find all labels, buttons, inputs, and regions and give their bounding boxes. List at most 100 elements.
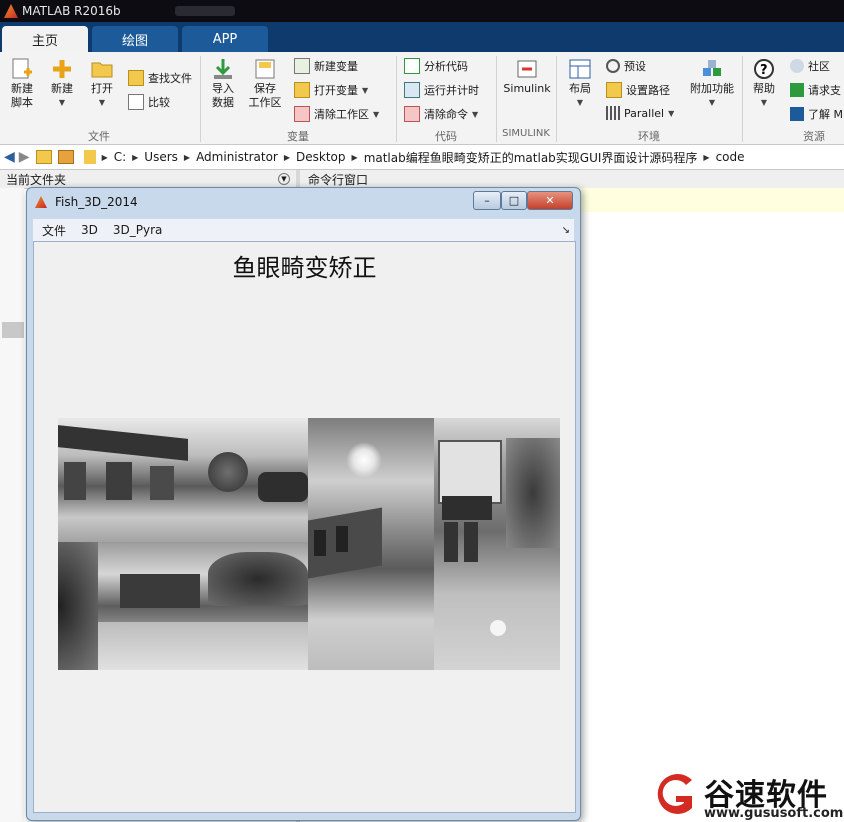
help-icon: ?	[754, 59, 774, 79]
community-button[interactable]: 社区	[790, 58, 830, 74]
simulink-icon	[517, 60, 537, 78]
open-variable-label: 打开变量	[314, 84, 358, 97]
request-support-button[interactable]: 请求支	[790, 82, 841, 98]
new-script-label: 新建 脚本	[11, 82, 33, 109]
add-ons-dropdown-icon: ▼	[708, 98, 716, 107]
new-button[interactable]: 新建 ▼	[46, 58, 78, 110]
group-label-code: 代码	[435, 130, 457, 143]
menu-overflow-icon[interactable]: ↘	[562, 225, 570, 236]
new-variable-button[interactable]: 新建变量	[294, 58, 358, 74]
learn-matlab-button[interactable]: 了解 M	[790, 106, 843, 122]
back-arrow-icon[interactable]: ◀	[4, 149, 15, 165]
new-script-button[interactable]: 新建 脚本	[6, 58, 38, 110]
close-button[interactable]: ✕	[527, 191, 573, 210]
group-label-variable: 变量	[287, 130, 309, 143]
minimize-button[interactable]: –	[473, 191, 501, 210]
current-folder-address-bar[interactable]: ◀ ▶ ▶ C: ▶ Users ▶ Administrator ▶ Deskt…	[0, 145, 844, 170]
simulink-label: Simulink	[503, 82, 551, 95]
clear-workspace-label: 清除工作区	[314, 108, 369, 121]
add-ons-button[interactable]: 附加功能 ▼	[686, 58, 738, 110]
set-path-button[interactable]: 设置路径	[606, 82, 670, 98]
preferences-label: 预设	[624, 60, 646, 73]
breadcrumb-project-folder[interactable]: matlab编程鱼眼畸变矫正的matlab实现GUI界面设计源码程序	[364, 149, 698, 166]
breadcrumb-arrow-icon: ▶	[101, 152, 108, 162]
run-and-time-label: 运行并计时	[424, 84, 479, 97]
image-tile-building	[434, 418, 560, 670]
help-button[interactable]: ? 帮助 ▼	[748, 58, 780, 110]
current-folder-panel[interactable]	[0, 188, 24, 822]
figure-window: Fish_3D_2014 – □ ✕ 文件 3D 3D_Pyra ↘ 鱼眼畸变矫…	[26, 187, 581, 821]
layout-button[interactable]: 布局 ▼	[564, 58, 596, 110]
image-tile-front	[58, 418, 308, 542]
breadcrumb-administrator[interactable]: Administrator	[196, 150, 278, 164]
clear-commands-button[interactable]: 清除命令 ▼	[404, 106, 478, 122]
open-dropdown-icon: ▼	[98, 98, 106, 107]
up-folder-icon[interactable]	[35, 150, 52, 164]
learn-matlab-label: 了解 M	[808, 108, 843, 121]
help-label: 帮助	[753, 82, 775, 95]
folder-icon	[91, 62, 113, 78]
parallel-icon	[606, 106, 620, 120]
import-data-label: 导入 数据	[212, 82, 234, 109]
ribbon-separator	[200, 56, 201, 142]
menu-3d-pyra[interactable]: 3D_Pyra	[113, 223, 163, 237]
breadcrumb-code[interactable]: code	[716, 150, 745, 164]
analyze-code-label: 分析代码	[424, 60, 468, 73]
analyze-code-button[interactable]: 分析代码	[404, 58, 468, 74]
parallel-dropdown-icon: ▼	[668, 108, 675, 118]
learn-matlab-icon	[790, 107, 804, 121]
community-label: 社区	[808, 60, 830, 73]
parallel-button[interactable]: Parallel ▼	[606, 106, 674, 120]
browse-folder-icon[interactable]	[57, 150, 74, 164]
menu-3d[interactable]: 3D	[81, 223, 98, 237]
request-support-label: 请求支	[808, 84, 841, 97]
current-folder-title: 当前文件夹	[6, 172, 67, 187]
menu-file[interactable]: 文件	[42, 222, 66, 239]
open-button[interactable]: 打开 ▼	[86, 58, 118, 110]
save-workspace-button[interactable]: 保存 工作区	[246, 58, 284, 110]
preferences-button[interactable]: 预设	[606, 58, 646, 74]
matlab-logo-icon	[4, 4, 18, 18]
simulink-button[interactable]: Simulink	[502, 58, 552, 96]
set-path-icon	[606, 82, 622, 98]
new-dropdown-icon: ▼	[58, 98, 66, 107]
compare-button[interactable]: 比较	[128, 94, 170, 110]
open-variable-button[interactable]: 打开变量 ▼	[294, 82, 368, 98]
find-files-button[interactable]: 查找文件	[128, 70, 192, 86]
clear-workspace-button[interactable]: 清除工作区 ▼	[294, 106, 379, 122]
ribbon-separator	[396, 56, 397, 142]
selected-file-row[interactable]	[2, 322, 24, 338]
svg-text:?: ?	[760, 63, 768, 78]
command-window-title: 命令行窗口	[308, 172, 369, 187]
community-icon	[790, 59, 804, 73]
compare-icon	[128, 94, 144, 110]
new-variable-icon	[294, 58, 310, 74]
tab-plots[interactable]: 绘图	[92, 26, 178, 52]
forward-arrow-icon[interactable]: ▶	[19, 149, 30, 165]
open-variable-dropdown-icon: ▼	[362, 85, 369, 95]
run-and-time-button[interactable]: 运行并计时	[404, 82, 479, 98]
layout-dropdown-icon: ▼	[576, 98, 584, 107]
folder-icon	[83, 150, 96, 164]
import-data-button[interactable]: 导入 数据	[206, 58, 240, 110]
maximize-icon: □	[508, 194, 520, 207]
title-bar-blurred-region	[175, 6, 235, 16]
request-support-icon	[790, 83, 804, 97]
ribbon: 新建 脚本 新建 ▼ 打开 ▼ 查找文件 比较 文件 导入 数据 保存 工作区 …	[0, 52, 844, 145]
plus-icon	[53, 60, 71, 78]
maximize-button[interactable]: □	[501, 191, 527, 210]
group-label-environment: 环境	[638, 130, 660, 143]
tab-home[interactable]: 主页	[2, 26, 88, 52]
clear-commands-dropdown-icon: ▼	[472, 109, 479, 119]
ribbon-separator	[496, 56, 497, 142]
clear-workspace-icon	[294, 106, 310, 122]
new-label: 新建	[51, 82, 73, 95]
breadcrumb-drive[interactable]: C:	[114, 150, 126, 164]
tab-apps[interactable]: APP	[182, 26, 268, 52]
ribbon-tab-bar: 主页 绘图 APP	[0, 22, 844, 52]
group-label-simulink: SIMULINK	[502, 128, 550, 139]
breadcrumb-users[interactable]: Users	[144, 150, 178, 164]
save-workspace-icon	[255, 59, 275, 79]
panel-menu-icon[interactable]: ▼	[278, 173, 290, 185]
breadcrumb-desktop[interactable]: Desktop	[296, 150, 346, 164]
